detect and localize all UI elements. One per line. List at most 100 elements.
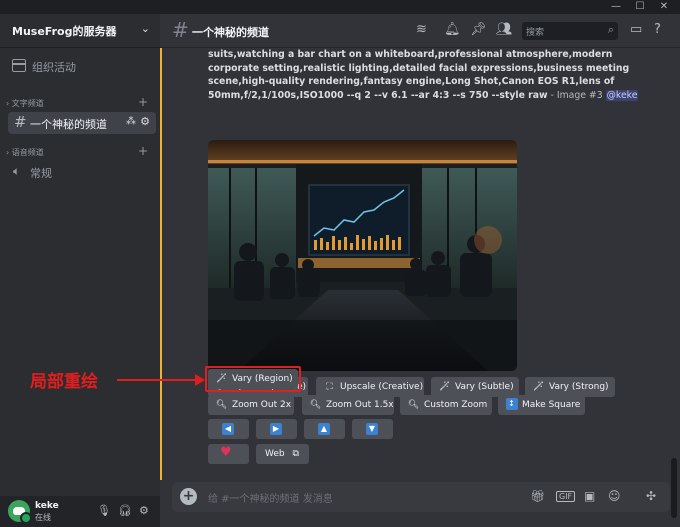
channel-sidebar: MuseFrog的服务器 ⌄ 组织活动 › 文字频道 + # 一个神秘的频道 ⁂… xyxy=(0,14,160,527)
arrow-down-icon: ▼ xyxy=(366,423,378,435)
button-label: Zoom Out 2x xyxy=(232,400,292,410)
speaker-icon: 🔈︎ xyxy=(13,164,21,178)
button-label: Upscale (Creative) xyxy=(340,382,424,392)
server-header[interactable]: MuseFrog的服务器 ⌄ xyxy=(0,14,160,48)
pan-left-button[interactable]: ◀ xyxy=(208,419,249,439)
zoom-out-1-5x-button[interactable]: 🔍︎ Zoom Out 1.5x xyxy=(302,395,394,415)
channel-title: 一个神秘的频道 xyxy=(192,26,269,39)
chevron-down-icon[interactable]: ⌄ xyxy=(141,22,150,35)
magnifier-icon: 🔍︎ xyxy=(215,400,228,410)
message: suits,watching a bar chart on a whiteboa… xyxy=(160,48,670,480)
make-square-button[interactable]: ↕ Make Square xyxy=(498,395,585,415)
vary-strong-button[interactable]: 🪄︎ Vary (Strong) xyxy=(525,377,615,397)
pin-icon[interactable]: 📌︎ xyxy=(470,22,487,37)
user-panel: keke 在线 🎙︎ 🎧︎ ⚙ xyxy=(0,496,160,527)
inbox-icon[interactable]: ▭ xyxy=(630,22,642,37)
title-bar: — ☐ ✕ xyxy=(0,0,680,14)
close-button[interactable]: ✕ xyxy=(652,0,676,14)
channel-label: 一个神秘的频道 xyxy=(30,118,107,131)
button-label: Vary (Strong) xyxy=(549,382,609,392)
invite-icon[interactable]: ⁂ xyxy=(126,116,136,127)
discord-window: — ☐ ✕ MuseFrog的服务器 ⌄ 组织活动 › 文字频道 + # 一个神… xyxy=(0,0,680,527)
highlight-bar xyxy=(160,48,162,480)
expand-icon: ⛶ xyxy=(326,382,333,392)
arrow-left-icon: ◀ xyxy=(222,423,234,435)
message-composer[interactable]: + 给 #一个神秘的频道 发消息 🎁︎ GIF ▣ ☺ ✣ xyxy=(172,482,670,512)
username: keke xyxy=(35,501,59,511)
annotation-arrow xyxy=(117,379,197,381)
button-label: Vary (Subtle) xyxy=(455,382,514,392)
calendar-icon xyxy=(12,59,26,72)
channel-header: # 一个神秘的频道 ≋ 🔔︎ 📌︎ 👥︎ 搜索 ⌕ ▭ ? xyxy=(160,14,680,48)
image-meta: - Image #3 xyxy=(547,89,606,101)
button-label: Custom Zoom xyxy=(424,400,488,410)
emoji-icon[interactable]: ☺ xyxy=(608,489,621,503)
zoom-out-2x-button[interactable]: 🔍︎ Zoom Out 2x xyxy=(208,395,294,415)
microphone-icon[interactable]: 🎙︎ xyxy=(97,504,111,517)
category-label: 文字频道 xyxy=(11,99,44,108)
bell-icon[interactable]: 🔔︎ xyxy=(444,22,461,37)
arrowhead-icon xyxy=(195,374,205,386)
message-scrollbar[interactable] xyxy=(671,48,677,518)
hash-icon: # xyxy=(172,18,189,42)
minimize-button[interactable]: — xyxy=(604,0,628,14)
events-label: 组织活动 xyxy=(32,61,76,74)
arrow-up-icon: ▲ xyxy=(318,423,330,435)
voice-channels-category[interactable]: › 语音频道 xyxy=(6,147,44,158)
sticker-icon[interactable]: ▣ xyxy=(584,489,595,503)
button-label: Web xyxy=(265,449,285,459)
pan-up-button[interactable]: ▲ xyxy=(304,419,345,439)
search-placeholder: 搜索 xyxy=(526,28,545,38)
members-icon[interactable]: 👥︎ xyxy=(496,22,513,37)
generated-image[interactable] xyxy=(208,140,517,371)
help-icon[interactable]: ? xyxy=(654,22,661,37)
search-icon: ⌕ xyxy=(607,23,614,36)
pan-right-button[interactable]: ▶ xyxy=(256,419,297,439)
server-name: MuseFrog的服务器 xyxy=(12,25,117,38)
arrow-right-icon: ▶ xyxy=(270,423,282,435)
main-panel: # 一个神秘的频道 ≋ 🔔︎ 📌︎ 👥︎ 搜索 ⌕ ▭ ? suits,watc… xyxy=(160,14,680,527)
button-label: Zoom Out 1.5x xyxy=(326,400,394,410)
add-text-channel-icon[interactable]: + xyxy=(138,95,148,109)
vary-subtle-button[interactable]: 🪄︎ Vary (Subtle) xyxy=(431,377,519,397)
web-button[interactable]: Web ⧉ xyxy=(256,444,309,464)
category-label: 语音频道 xyxy=(11,148,44,157)
user-status: 在线 xyxy=(35,513,51,522)
external-link-icon: ⧉ xyxy=(292,449,299,459)
events-item[interactable]: 组织活动 xyxy=(8,56,154,78)
search-input[interactable]: 搜索 ⌕ xyxy=(522,22,618,40)
hash-icon: # xyxy=(14,113,27,131)
button-label: Make Square xyxy=(522,400,581,410)
voice-label: 常规 xyxy=(30,167,52,180)
avatar[interactable] xyxy=(8,500,32,524)
scrollbar-thumb[interactable] xyxy=(671,458,677,518)
magnifier-icon: 🔍︎ xyxy=(309,400,322,410)
add-voice-channel-icon[interactable]: + xyxy=(138,144,148,158)
user-mention[interactable]: @keke xyxy=(605,89,639,101)
text-channels-category[interactable]: › 文字频道 xyxy=(6,98,44,109)
composer-placeholder: 给 #一个神秘的频道 发消息 xyxy=(208,494,333,505)
gear-icon[interactable]: ⚙ xyxy=(139,504,149,517)
sidebar-item-voice[interactable]: 🔈︎ 常规 xyxy=(8,162,156,182)
vertical-arrows-icon: ↕ xyxy=(505,397,518,410)
chevron-down-icon: › xyxy=(6,148,10,157)
annotation-label: 局部重绘 xyxy=(30,372,98,392)
sidebar-item-channel[interactable]: # 一个神秘的频道 ⁂ ⚙ xyxy=(8,112,156,134)
gear-icon[interactable]: ⚙ xyxy=(140,115,150,128)
apps-icon[interactable]: ✣ xyxy=(646,489,656,503)
message-text: suits,watching a bar chart on a whiteboa… xyxy=(208,48,648,102)
annotation-highlight-box xyxy=(205,366,301,392)
upscale-creative-button[interactable]: ⛶ Upscale (Creative) xyxy=(316,377,424,397)
add-attachment-icon[interactable]: + xyxy=(180,488,197,505)
pan-down-button[interactable]: ▼ xyxy=(352,419,393,439)
magic-wand-icon: 🪄︎ xyxy=(532,382,545,392)
favorite-button[interactable]: ♥ xyxy=(208,444,249,464)
custom-zoom-button[interactable]: 🔍︎ Custom Zoom xyxy=(400,395,492,415)
gift-icon[interactable]: 🎁︎ xyxy=(530,489,545,503)
heart-icon: ♥ xyxy=(220,445,232,460)
gif-icon[interactable]: GIF xyxy=(556,491,576,502)
maximize-button[interactable]: ☐ xyxy=(628,0,652,14)
chevron-down-icon: › xyxy=(6,99,10,108)
threads-icon[interactable]: ≋ xyxy=(416,22,427,37)
headphones-icon[interactable]: 🎧︎ xyxy=(118,504,132,517)
